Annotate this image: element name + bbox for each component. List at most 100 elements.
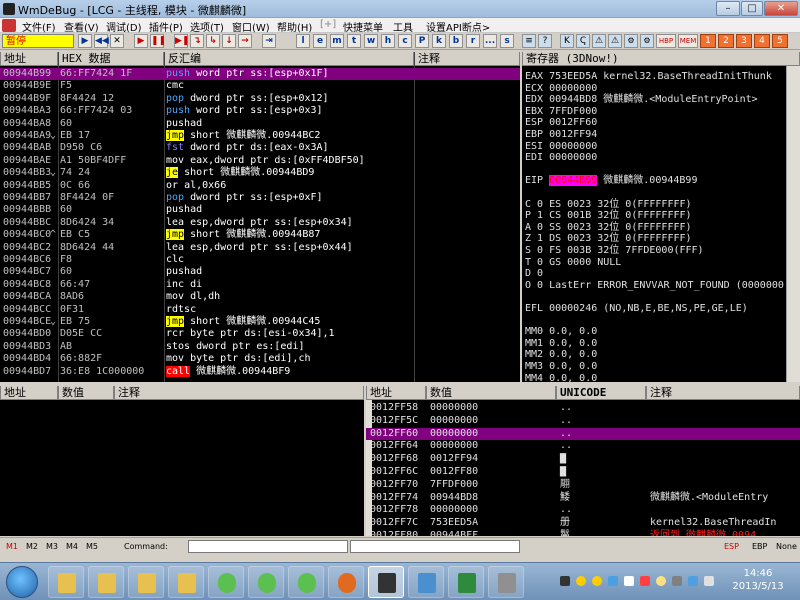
tray-qq-icon[interactable] xyxy=(576,576,586,586)
taskbar-folder-4[interactable] xyxy=(168,566,204,598)
stack-header-unicode[interactable]: UNICODE xyxy=(556,386,646,400)
disasm-row[interactable]: 00944B9F 8F4424 12 pop dword ptr ss:[esp+0… xyxy=(0,93,520,105)
references-button[interactable]: r xyxy=(466,34,480,48)
taskbar-folder-1[interactable] xyxy=(48,566,84,598)
maximize-button[interactable]: □ xyxy=(741,1,763,16)
source-button[interactable]: s xyxy=(500,34,514,48)
log-window-button[interactable]: l xyxy=(296,34,310,48)
register-line[interactable]: O 0 LastErr ERROR_ENVVAR_NOT_FOUND (0000… xyxy=(525,279,784,292)
none-follow-label[interactable]: None xyxy=(776,542,797,551)
taskbar-excel[interactable] xyxy=(448,566,484,598)
tray-flag-icon[interactable] xyxy=(672,576,682,586)
start-button[interactable] xyxy=(6,566,38,598)
help-icon[interactable]: ? xyxy=(538,34,552,48)
command-history-dropdown[interactable] xyxy=(350,540,520,553)
disasm-row[interactable]: 00944BAE A1 50BF4DFF mov eax,dword ptr ds:… xyxy=(0,155,520,167)
disasm-row[interactable]: 00944BCE ⌄ EB 75 jmp short 微麒麟微.00944C45 xyxy=(0,316,520,328)
list-icon[interactable]: ≡ xyxy=(522,34,536,48)
tray-bulb-icon[interactable] xyxy=(656,576,666,586)
tray-volume-icon[interactable] xyxy=(704,576,714,586)
plugin-k-icon[interactable]: K xyxy=(560,34,574,48)
warning-icon[interactable]: ⚠ xyxy=(592,34,606,48)
disasm-row[interactable]: 00944BB5 0C 66 or al,0x66 xyxy=(0,180,520,192)
menu-plugins[interactable]: 插件(P) xyxy=(149,19,183,34)
system-clock[interactable]: 14:46 2013/5/13 xyxy=(730,567,786,593)
breakpoints-button[interactable]: b xyxy=(449,34,463,48)
register-line[interactable]: EIP 00944B99 微麒麟微.00944B99 xyxy=(525,174,697,187)
disasm-row[interactable]: 00944BB7 8F4424 0F pop dword ptr ss:[esp+0… xyxy=(0,192,520,204)
menu-shortcuts[interactable]: 快捷菜单 xyxy=(343,19,383,34)
tray-network-icon[interactable] xyxy=(624,576,634,586)
disasm-row[interactable]: 00944BD3 AB stos dword ptr es:[edi] xyxy=(0,341,520,353)
register-line[interactable]: MM4 0.0, 0.0 xyxy=(525,372,597,382)
tray-monitor-icon[interactable] xyxy=(688,576,698,586)
marker-5-button[interactable]: 5 xyxy=(772,34,788,48)
taskbar-folder-2[interactable] xyxy=(88,566,124,598)
menu-options[interactable]: 选项(T) xyxy=(190,19,224,34)
gear-alt-icon[interactable]: ⚙ xyxy=(640,34,654,48)
disasm-row[interactable]: 00944B99 66:FF7424 1F push word ptr ss:[es… xyxy=(0,68,520,81)
stack-row[interactable]: 0012FF70 7FFDF000 翢 xyxy=(366,479,800,492)
esp-follow-label[interactable]: ESP xyxy=(724,542,739,551)
disasm-row[interactable]: 00944BAB D950 C6 fst dword ptr ds:[eax-0x3… xyxy=(0,142,520,154)
marker-4-button[interactable]: 4 xyxy=(754,34,770,48)
stack-row[interactable]: 0012FF60 00000000.. xyxy=(366,427,800,441)
mark-m5[interactable]: M5 xyxy=(86,542,98,551)
registers-scrollbar[interactable] xyxy=(786,66,800,382)
windows-button[interactable]: w xyxy=(364,34,378,48)
call-stack-button[interactable]: k xyxy=(432,34,446,48)
mark-m2[interactable]: M2 xyxy=(26,542,38,551)
menu-tools[interactable]: 工具 xyxy=(393,19,413,34)
disasm-row[interactable]: 00944BC2 8D6424 44 lea esp,dword ptr ss:[e… xyxy=(0,242,520,254)
restart-icon[interactable]: ◀◀ xyxy=(94,34,109,48)
disasm-row[interactable]: 00944B9E F5 cmc xyxy=(0,80,520,92)
memory-map-button[interactable]: m xyxy=(330,34,344,48)
menu-plus[interactable]: [+] xyxy=(320,19,336,30)
handles-button[interactable]: h xyxy=(381,34,395,48)
trace-over-icon[interactable]: ↓ xyxy=(222,34,236,48)
patches-button[interactable]: P xyxy=(415,34,429,48)
plugin-a-icon[interactable]: Ҁ xyxy=(576,34,590,48)
stack-row[interactable]: 0012FF74 00944BD8 鯘 微麒麟微.<ModuleEntry xyxy=(366,492,800,505)
command-input[interactable] xyxy=(188,540,348,553)
register-line[interactable]: EFL 00000246 (NO,NB,E,BE,NS,PE,GE,LE) xyxy=(525,302,748,315)
marker-3-button[interactable]: 3 xyxy=(736,34,752,48)
stack-header-value[interactable]: 数值 xyxy=(426,386,556,400)
marker-1-button[interactable]: 1 xyxy=(700,34,716,48)
disasm-row[interactable]: 00944BC8 66:47 inc di xyxy=(0,279,520,291)
column-header-hex[interactable]: HEX 数据 xyxy=(58,52,164,66)
tray-keyboard-icon[interactable] xyxy=(560,576,570,586)
disasm-row[interactable]: 00944BD4 66:882F mov byte ptr ds:[edi],ch xyxy=(0,353,520,365)
warning-alt-icon[interactable]: ⚠ xyxy=(608,34,622,48)
disasm-row[interactable]: 00944BBC 8D6424 34 lea esp,dword ptr ss:[e… xyxy=(0,217,520,229)
column-header-comment[interactable]: 注释 xyxy=(414,52,520,66)
taskbar-browser-3[interactable] xyxy=(288,566,324,598)
close-button[interactable]: ✕ xyxy=(764,1,798,16)
pause-icon[interactable]: ❚❚ xyxy=(150,34,166,48)
disasm-row[interactable]: 00944BA8 60 pushad xyxy=(0,118,520,130)
tray-qq-icon[interactable] xyxy=(592,576,602,586)
execute-till-return-icon[interactable]: → xyxy=(238,34,252,48)
stack-header-address[interactable]: 地址 xyxy=(366,386,426,400)
disassembly-pane[interactable]: 地址 HEX 数据 反汇编 注释 00944B99 66:FF7424 1F pus… xyxy=(0,52,520,382)
run-trace-button[interactable]: ... xyxy=(483,34,497,48)
tray-app-icon[interactable] xyxy=(608,576,618,586)
disasm-row[interactable]: 00944BA9 ⌄ EB 17 jmp short 微麒麟微.00944BC2 xyxy=(0,130,520,142)
stack-row[interactable]: 0012FF7C 753EED5A 册 kernel32.BaseThreadIn xyxy=(366,517,800,530)
menu-set-api-breakpoint[interactable]: 设置API断点> xyxy=(426,19,490,34)
stack-row[interactable]: 0012FF58 00000000.. xyxy=(366,402,800,415)
column-header-address[interactable]: 地址 xyxy=(0,52,58,66)
mark-m4[interactable]: M4 xyxy=(66,542,78,551)
step-over-icon[interactable]: ↴ xyxy=(190,34,204,48)
disasm-row[interactable]: 00944BC7 60 pushad xyxy=(0,266,520,278)
ebp-follow-label[interactable]: EBP xyxy=(752,542,767,551)
menu-view[interactable]: 查看(V) xyxy=(64,19,99,34)
taskbar-app-r[interactable] xyxy=(328,566,364,598)
dump-header-value[interactable]: 数值 xyxy=(58,386,114,400)
go-to-icon[interactable]: ⇥ xyxy=(262,34,276,48)
disasm-row[interactable]: 00944BBB 60 pushad xyxy=(0,204,520,216)
gear-icon[interactable]: ⚙ xyxy=(624,34,638,48)
step-into-icon[interactable]: ▶❚ xyxy=(174,34,189,48)
disasm-row[interactable]: 00944BD0 D05E CC rcr byte ptr ds:[esi-0x34… xyxy=(0,328,520,340)
minimize-button[interactable]: – xyxy=(716,1,740,16)
